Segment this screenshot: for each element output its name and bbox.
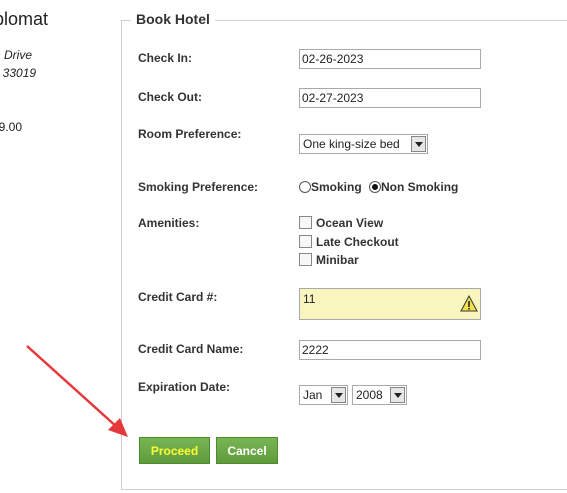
cancel-button[interactable]: Cancel	[216, 437, 278, 464]
non-smoking-option-label: Non Smoking	[381, 180, 459, 194]
check-in-input[interactable]	[299, 49, 481, 69]
proceed-button[interactable]: Proceed	[139, 437, 210, 464]
expiration-month-select[interactable]: Jan	[299, 385, 348, 405]
hotel-name: plomat	[0, 9, 49, 29]
credit-card-input[interactable]: 11	[299, 288, 481, 320]
late-checkout-label: Late Checkout	[316, 235, 399, 249]
smoking-option-label: Smoking	[311, 180, 362, 194]
credit-card-label: Credit Card #:	[138, 290, 218, 304]
smoking-preference-group: Smoking Non Smoking	[299, 180, 458, 194]
hotel-price: 99.00	[0, 120, 23, 134]
expiration-year-select[interactable]: 2008	[352, 385, 407, 405]
smoking-preference-label: Smoking Preference:	[138, 180, 259, 194]
amenity-minibar[interactable]: Minibar	[299, 253, 359, 267]
credit-card-value: 11	[303, 292, 316, 306]
credit-card-name-label: Credit Card Name:	[138, 342, 244, 356]
check-out-label: Check Out:	[138, 90, 203, 104]
minibar-checkbox[interactable]	[299, 253, 312, 266]
ocean-view-label: Ocean View	[316, 216, 384, 230]
expiration-month-value: Jan	[303, 388, 323, 402]
hotel-info: plomat n Drive , 33019 99.00	[0, 0, 115, 493]
expiration-year-value: 2008	[356, 388, 383, 402]
hotel-address-line1: n Drive	[0, 48, 33, 62]
check-in-label: Check In:	[138, 51, 193, 65]
chevron-down-icon	[411, 136, 426, 152]
smoking-radio[interactable]	[299, 181, 311, 193]
credit-card-name-input[interactable]	[299, 340, 481, 360]
expiration-date-label: Expiration Date:	[138, 380, 231, 394]
minibar-label: Minibar	[316, 253, 359, 267]
hotel-address-line2: , 33019	[0, 66, 37, 80]
ocean-view-checkbox[interactable]	[299, 216, 312, 229]
chevron-down-icon	[390, 387, 405, 403]
check-out-input[interactable]	[299, 88, 481, 108]
warning-icon	[460, 295, 478, 312]
non-smoking-radio[interactable]	[369, 181, 382, 193]
amenity-ocean-view[interactable]: Ocean View	[299, 216, 383, 230]
amenity-late-checkout[interactable]: Late Checkout	[299, 235, 399, 249]
form-legend: Book Hotel	[131, 11, 215, 27]
chevron-down-icon	[331, 387, 346, 403]
room-preference-value: One king-size bed	[303, 137, 400, 151]
room-preference-select[interactable]: One king-size bed	[299, 134, 428, 154]
late-checkout-checkbox[interactable]	[299, 235, 312, 248]
amenities-label: Amenities:	[138, 216, 200, 230]
room-preference-label: Room Preference:	[138, 127, 242, 141]
